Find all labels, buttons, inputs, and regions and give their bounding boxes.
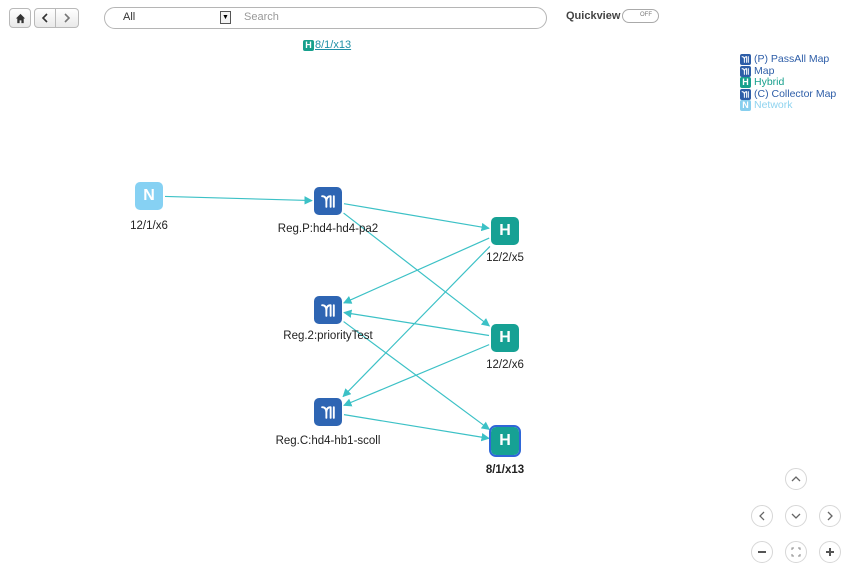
- graph-node-label: 12/1/x6: [130, 220, 168, 232]
- pan-up-button[interactable]: [785, 468, 807, 490]
- graph-node-map[interactable]: [314, 398, 342, 426]
- graph-node-hybrid[interactable]: H: [491, 324, 519, 352]
- zoom-in-icon: [825, 547, 835, 557]
- graph-node-network[interactable]: N: [135, 182, 163, 210]
- graph-node-label: 8/1/x13: [485, 464, 525, 476]
- pan-down-button[interactable]: [785, 505, 807, 527]
- graph-node-label: Reg.2:priorityTest: [283, 330, 373, 342]
- zoom-out-button[interactable]: [751, 541, 773, 563]
- graph-node-map[interactable]: [314, 187, 342, 215]
- graph-node-hybrid[interactable]: H: [491, 217, 519, 245]
- pan-up-icon: [791, 474, 801, 484]
- topology-graph: [164, 195, 491, 442]
- fit-to-screen-button[interactable]: [785, 541, 807, 563]
- graph-node-label: Reg.C:hd4-hb1-scoll: [275, 435, 381, 447]
- graph-node-label: 12/2/x6: [486, 359, 524, 371]
- fit-to-screen-icon: [791, 547, 801, 557]
- pan-left-icon: [757, 511, 767, 521]
- graph-node-hybrid[interactable]: H: [489, 425, 521, 457]
- graph-edge: [343, 237, 490, 304]
- graph-edge: [164, 195, 313, 205]
- graph-node-map[interactable]: [314, 296, 342, 324]
- pan-right-button[interactable]: [819, 505, 841, 527]
- pan-left-button[interactable]: [751, 505, 773, 527]
- zoom-out-icon: [757, 547, 767, 557]
- graph-node-label: Reg.P:hd4-hd4-pa2: [277, 223, 379, 235]
- graph-node-label: 12/2/x5: [486, 252, 524, 264]
- pan-right-icon: [825, 511, 835, 521]
- pan-down-icon: [791, 511, 801, 521]
- zoom-in-button[interactable]: [819, 541, 841, 563]
